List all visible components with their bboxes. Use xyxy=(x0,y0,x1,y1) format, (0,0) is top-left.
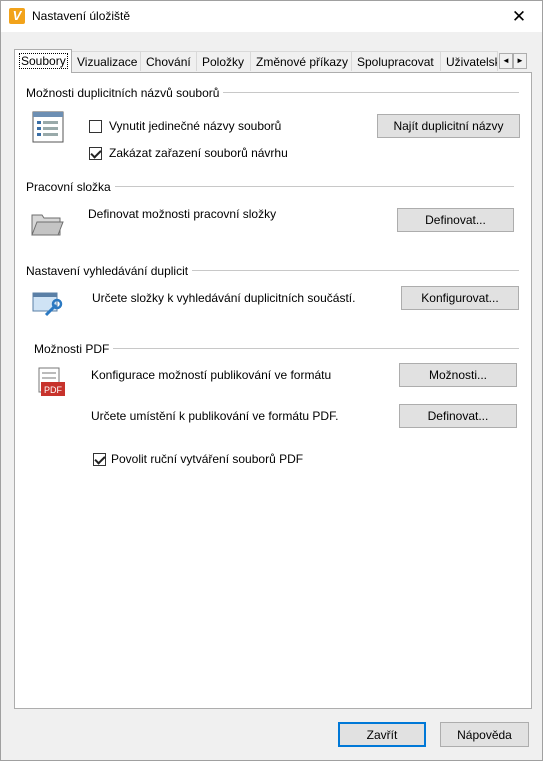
close-icon[interactable]: ✕ xyxy=(496,1,542,32)
tab-spolupracovat[interactable]: Spolupracovat xyxy=(351,51,441,71)
tab-panel-soubory: Možnosti duplicitních názvů souborů Vynu… xyxy=(14,72,532,709)
unique-names-checkbox[interactable] xyxy=(89,120,102,133)
tab-chovani[interactable]: Chování xyxy=(140,51,197,71)
pdf-publish-description: Konfigurace možností publikování ve form… xyxy=(91,368,332,382)
vault-app-icon: V xyxy=(9,8,25,24)
working-folder-description: Definovat možnosti pracovní složky xyxy=(88,207,277,221)
manual-pdf-checkbox[interactable] xyxy=(93,453,106,466)
tab-soubory[interactable]: Soubory xyxy=(14,49,72,73)
configure-duplicate-search-button[interactable]: Konfigurovat... xyxy=(401,286,519,310)
tab-strip: Soubory Vizualizace Chování Položky Změn… xyxy=(14,49,534,73)
group-title-working-folder: Pracovní složka xyxy=(26,180,115,194)
disallow-checkin-label: Zakázat zařazení souborů návrhu xyxy=(109,146,288,160)
close-button[interactable]: Zavřít xyxy=(338,722,426,747)
group-title-duplicate-search: Nastavení vyhledávání duplicit xyxy=(26,264,193,278)
window-title: Nastavení úložiště xyxy=(32,9,131,23)
define-working-folder-button[interactable]: Definovat... xyxy=(397,208,514,232)
define-pdf-location-button[interactable]: Definovat... xyxy=(399,404,517,428)
tab-scroll-left-icon[interactable]: ◄ xyxy=(499,53,513,69)
configure-folders-icon xyxy=(32,292,63,317)
tab-uzivatelske[interactable]: Uživatelsk xyxy=(440,51,498,71)
group-title-duplicates: Možnosti duplicitních názvů souborů xyxy=(26,86,224,100)
tab-zmenove-prikazy[interactable]: Změnové příkazy xyxy=(250,51,352,71)
title-bar: V Nastavení úložiště ✕ xyxy=(1,1,542,32)
pdf-icon-text: PDF xyxy=(44,385,63,395)
group-title-pdf: Možnosti PDF xyxy=(34,342,114,356)
duplicate-search-description: Určete složky k vyhledávání duplicitních… xyxy=(92,291,356,305)
tab-label: Soubory xyxy=(19,53,68,69)
tab-vizualizace[interactable]: Vizualizace xyxy=(71,51,141,71)
storage-settings-dialog: V Nastavení úložiště ✕ Soubory Vizualiza… xyxy=(0,0,543,761)
manual-pdf-label: Povolit ruční vytváření souborů PDF xyxy=(111,452,304,466)
disallow-checkin-checkbox[interactable] xyxy=(89,147,102,160)
tab-polozky[interactable]: Položky xyxy=(196,51,251,71)
list-settings-icon xyxy=(32,111,64,143)
folder-icon xyxy=(31,214,64,236)
find-duplicate-names-button[interactable]: Najít duplicitní názvy xyxy=(377,114,520,138)
tab-scroll-right-icon[interactable]: ► xyxy=(513,53,527,69)
pdf-icon: PDF xyxy=(38,367,65,396)
unique-names-label: Vynutit jedinečné názvy souborů xyxy=(109,119,282,133)
pdf-location-description: Určete umístění k publikování ve formátu… xyxy=(91,409,339,423)
help-button[interactable]: Nápověda xyxy=(440,722,529,747)
pdf-options-button[interactable]: Možnosti... xyxy=(399,363,517,387)
